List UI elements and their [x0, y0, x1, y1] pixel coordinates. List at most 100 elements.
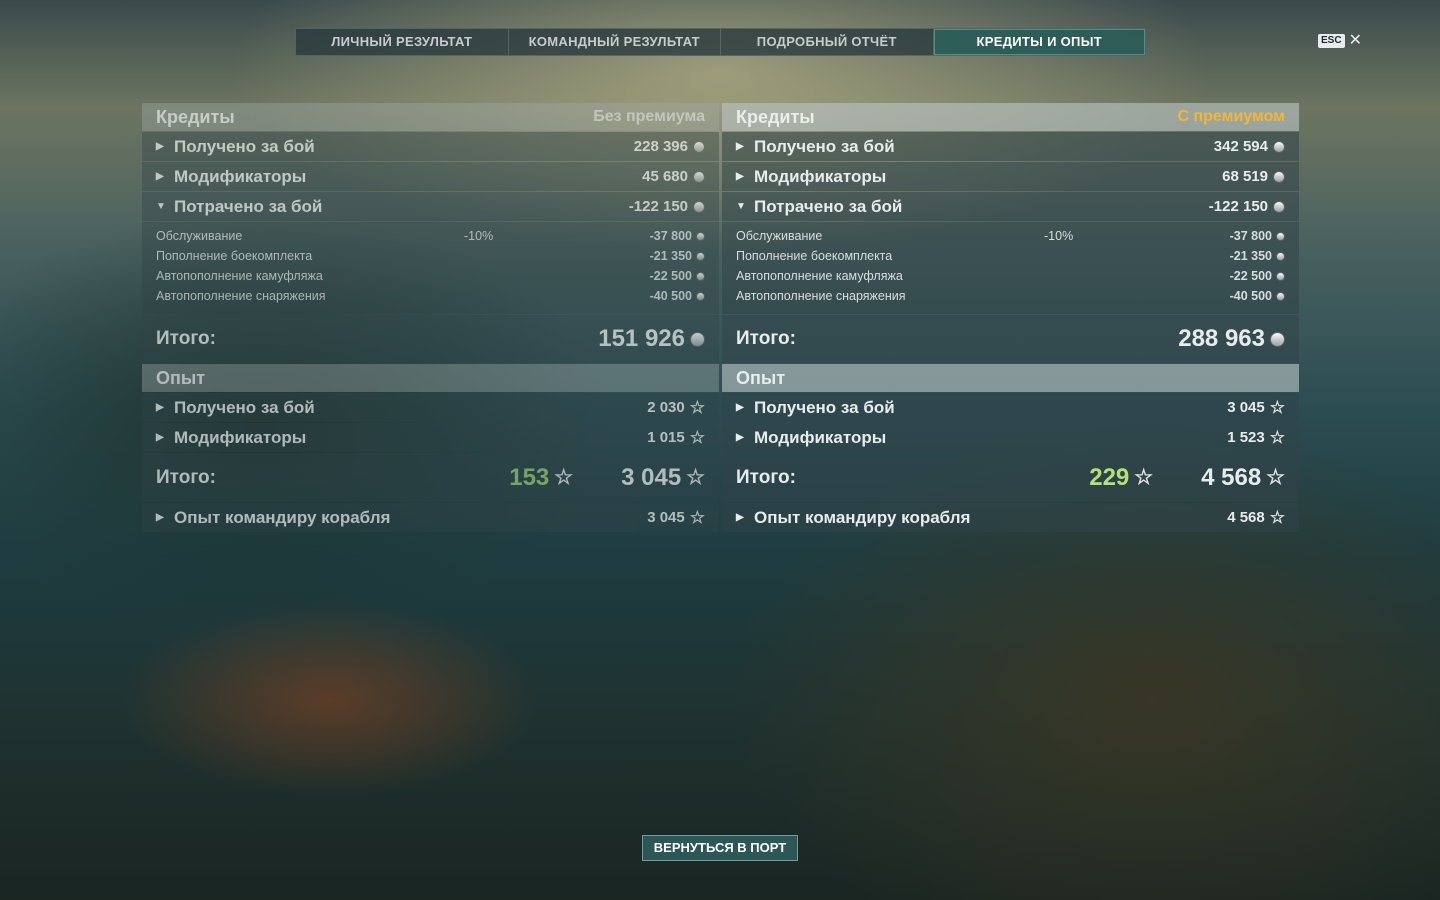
credits-total-row: Итого: 288 963: [722, 315, 1299, 363]
detail-percent: -10%: [1044, 229, 1074, 243]
exp-earned-row[interactable]: ▶ Получено за бой 2 030 ☆: [142, 393, 719, 422]
star-icon: ☆: [1269, 398, 1285, 417]
exp-modifiers-row[interactable]: ▶ Модификаторы 1 015 ☆: [142, 423, 719, 452]
arrow-right-icon: ▶: [736, 402, 744, 413]
premium-label: С премиумом: [1177, 108, 1285, 125]
arrow-right-icon: ▶: [736, 512, 744, 523]
commander-exp-row[interactable]: ▶ Опыт командиру корабля 3 045 ☆: [142, 503, 719, 532]
detail-value: -40 500: [649, 289, 692, 303]
exp-earned-row[interactable]: ▶ Получено за бой 3 045 ☆: [722, 393, 1299, 422]
arrow-right-icon: ▶: [736, 171, 744, 182]
detail-row-service: Обслуживание -10% -37 800: [156, 226, 705, 246]
credits-spent-label: Потрачено за бой: [754, 196, 903, 216]
tab-credits-and-exp[interactable]: КРЕДИТЫ И ОПЫТ: [933, 29, 1145, 55]
credits-earned-row[interactable]: ▶ Получено за бой 342 594: [722, 132, 1299, 161]
premium-column: Кредиты С премиумом ▶ Получено за бой 342…: [722, 103, 1299, 532]
premium-panel: Кредиты С премиумом ▶ Получено за бой 342…: [722, 103, 1299, 532]
exp-earned-value: 2 030: [647, 399, 685, 416]
detail-name: Обслуживание: [736, 229, 823, 243]
credits-modifiers-value: 45 680: [642, 168, 688, 185]
exp-earned-label: Получено за бой: [754, 397, 895, 417]
exp-total-label: Итого:: [156, 466, 216, 488]
close-icon: ✕: [1348, 32, 1362, 49]
commander-exp-value: 3 045: [647, 509, 685, 526]
credits-coin-icon: [690, 331, 705, 347]
detail-row-consumables: Автопополнение снаряжения -40 500: [736, 286, 1285, 306]
exp-modifiers-label: Модификаторы: [754, 427, 887, 447]
detail-value: -37 800: [1229, 229, 1272, 243]
credits-modifiers-row[interactable]: ▶ Модификаторы 68 519: [722, 162, 1299, 191]
return-to-port-button[interactable]: ВЕРНУТЬСЯ В ПОРТ: [642, 835, 798, 861]
star-icon: ☆: [689, 508, 705, 527]
spent-details: Обслуживание -10% -37 800 Пополнение бое…: [142, 222, 719, 314]
free-exp-value: 153: [509, 463, 550, 491]
credits-modifiers-row[interactable]: ▶ Модификаторы 45 680: [142, 162, 719, 191]
credits-spent-value: -122 150: [628, 198, 688, 215]
credits-coin-icon: [696, 251, 705, 261]
credits-spent-row[interactable]: ▼ Потрачено за бой -122 150: [142, 192, 719, 221]
credits-total-value: 151 926: [598, 325, 685, 352]
detail-name: Пополнение боекомплекта: [736, 249, 893, 263]
no-premium-label: Без премиума: [593, 108, 705, 125]
detail-value: -22 500: [649, 269, 692, 283]
credits-modifiers-label: Модификаторы: [754, 166, 887, 186]
credits-earned-value: 342 594: [1213, 138, 1268, 155]
credits-coin-icon: [1276, 231, 1285, 241]
detail-percent: -10%: [464, 229, 494, 243]
detail-value: -21 350: [1229, 249, 1272, 263]
star-icon: ☆: [1269, 428, 1285, 447]
detail-row-service: Обслуживание -10% -37 800: [736, 226, 1285, 246]
exp-total-value: 4 568: [1201, 463, 1262, 491]
credits-total-row: Итого: 151 926: [142, 315, 719, 363]
results-tabs: ЛИЧНЫЙ РЕЗУЛЬТАТ КОМАНДНЫЙ РЕЗУЛЬТАТ ПОД…: [295, 28, 1146, 56]
credits-earned-label: Получено за бой: [754, 136, 895, 156]
credits-coin-icon: [1270, 331, 1285, 347]
credits-coin-icon: [693, 170, 705, 183]
star-icon: ☆: [1269, 508, 1285, 527]
star-icon: ☆: [1266, 466, 1285, 489]
commander-exp-row[interactable]: ▶ Опыт командиру корабля 4 568 ☆: [722, 503, 1299, 532]
exp-earned-label: Получено за бой: [174, 397, 315, 417]
exp-total-row: Итого: 229 ☆ 4 568 ☆: [722, 453, 1299, 502]
tab-detailed-report[interactable]: ПОДРОБНЫЙ ОТЧЁТ: [721, 29, 934, 55]
credits-coin-icon: [693, 140, 705, 153]
detail-value: -21 350: [649, 249, 692, 263]
commander-exp-value: 4 568: [1227, 509, 1265, 526]
exp-header: Опыт: [142, 364, 719, 392]
credits-spent-value: -122 150: [1208, 198, 1268, 215]
credits-total-label: Итого:: [156, 328, 216, 349]
arrow-right-icon: ▶: [156, 512, 164, 523]
credits-modifiers-label: Модификаторы: [174, 166, 307, 186]
exp-total-value: 3 045: [621, 463, 682, 491]
exp-modifiers-value: 1 015: [647, 429, 685, 446]
credits-modifiers-value: 68 519: [1222, 168, 1268, 185]
credits-spent-label: Потрачено за бой: [174, 196, 323, 216]
credits-coin-icon: [693, 200, 705, 213]
credits-title: Кредиты: [736, 106, 815, 127]
credits-coin-icon: [696, 291, 705, 301]
tab-personal-result[interactable]: ЛИЧНЫЙ РЕЗУЛЬТАТ: [296, 29, 509, 55]
no-premium-panel: Кредиты Без премиума ▶ Получено за бой 22…: [142, 103, 719, 532]
free-exp-value: 229: [1089, 463, 1130, 491]
credits-coin-icon: [1273, 170, 1285, 183]
credits-coin-icon: [1273, 140, 1285, 153]
credits-coin-icon: [1276, 291, 1285, 301]
free-exp-star-icon: ☆: [554, 466, 574, 489]
credits-total-label: Итого:: [736, 328, 796, 349]
detail-row-ammo: Пополнение боекомплекта -21 350: [736, 246, 1285, 266]
credits-earned-label: Получено за бой: [174, 136, 315, 156]
exp-total-label: Итого:: [736, 466, 796, 488]
arrow-down-icon: ▼: [736, 201, 746, 212]
tab-team-result[interactable]: КОМАНДНЫЙ РЕЗУЛЬТАТ: [509, 29, 721, 55]
esc-close-button[interactable]: ESC ✕: [1318, 32, 1362, 49]
credits-earned-row[interactable]: ▶ Получено за бой 228 396: [142, 132, 719, 161]
credits-total-value: 288 963: [1178, 325, 1265, 352]
credits-coin-icon: [696, 271, 705, 281]
detail-row-ammo: Пополнение боекомплекта -21 350: [156, 246, 705, 266]
credits-spent-row[interactable]: ▼ Потрачено за бой -122 150: [722, 192, 1299, 221]
credits-earned-value: 228 396: [633, 138, 688, 155]
commander-exp-label: Опыт командиру корабля: [754, 507, 971, 527]
star-icon: ☆: [686, 466, 705, 489]
spent-details: Обслуживание -10% -37 800 Пополнение бое…: [722, 222, 1299, 314]
exp-modifiers-row[interactable]: ▶ Модификаторы 1 523 ☆: [722, 423, 1299, 452]
